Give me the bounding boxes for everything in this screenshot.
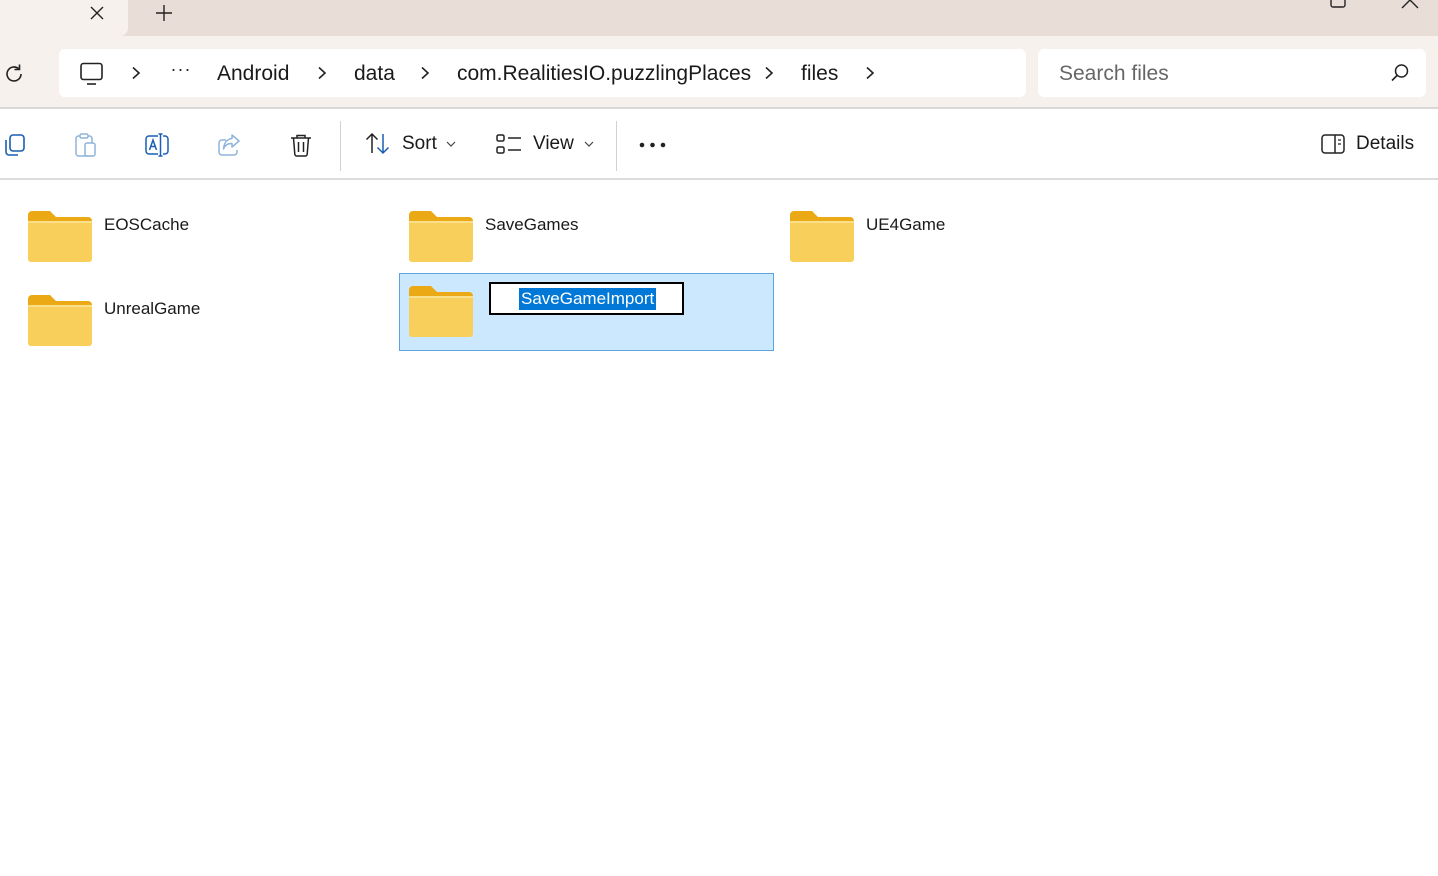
chevron-right-icon[interactable] bbox=[861, 63, 879, 83]
tab-strip bbox=[0, 0, 1438, 36]
folder-item[interactable]: UE4Game bbox=[762, 190, 1137, 268]
sort-icon bbox=[365, 132, 390, 155]
command-separator bbox=[616, 121, 617, 171]
chevron-down-icon bbox=[584, 141, 594, 147]
navigation-bar: ··· Android data com.RealitiesIO.puzzlin… bbox=[0, 36, 1438, 108]
close-icon[interactable] bbox=[84, 0, 110, 26]
folder-icon bbox=[28, 295, 92, 346]
command-separator bbox=[340, 121, 341, 171]
active-tab[interactable] bbox=[0, 0, 128, 36]
this-pc-icon[interactable] bbox=[79, 62, 105, 86]
folder-item-selected[interactable]: SaveGameImport bbox=[399, 273, 774, 351]
folder-item[interactable]: EOSCache bbox=[0, 190, 375, 268]
folder-item[interactable]: SaveGames bbox=[381, 190, 756, 268]
more-icon[interactable] bbox=[638, 137, 668, 153]
search-placeholder: Search files bbox=[1059, 62, 1169, 85]
command-bar: Sort View Details bbox=[0, 109, 1438, 179]
copy-icon[interactable] bbox=[2, 132, 28, 158]
plus-icon[interactable] bbox=[150, 0, 178, 26]
rename-selected-text: SaveGameImport bbox=[519, 288, 657, 310]
folder-name: UE4Game bbox=[866, 215, 946, 234]
maximize-icon[interactable] bbox=[1326, 0, 1350, 10]
rename-input[interactable]: SaveGameImport bbox=[489, 282, 684, 315]
breadcrumb-data[interactable]: data bbox=[354, 61, 395, 87]
breadcrumb-package[interactable]: com.RealitiesIO.puzzlingPlaces bbox=[457, 61, 751, 87]
view-icon bbox=[496, 134, 521, 154]
folder-item[interactable]: UnrealGame bbox=[0, 274, 375, 352]
details-pane-icon bbox=[1321, 134, 1345, 154]
view-label: View bbox=[533, 133, 574, 154]
folder-name: UnrealGame bbox=[104, 299, 201, 318]
sort-button[interactable]: Sort bbox=[364, 129, 456, 159]
breadcrumb-android[interactable]: Android bbox=[217, 61, 289, 87]
search-icon[interactable] bbox=[1390, 63, 1410, 83]
folder-icon bbox=[409, 286, 473, 337]
details-button[interactable]: Details bbox=[1320, 129, 1414, 159]
view-button[interactable]: View bbox=[495, 129, 594, 159]
address-bar[interactable]: ··· Android data com.RealitiesIO.puzzlin… bbox=[59, 49, 1026, 97]
chevron-right-icon[interactable] bbox=[127, 63, 145, 83]
chevron-right-icon[interactable] bbox=[313, 63, 331, 83]
chevron-down-icon bbox=[446, 141, 456, 147]
share-icon[interactable] bbox=[216, 132, 242, 158]
divider bbox=[0, 178, 1438, 180]
folder-icon bbox=[409, 211, 473, 262]
chevron-right-icon[interactable] bbox=[760, 63, 778, 83]
paste-icon[interactable] bbox=[72, 132, 98, 158]
sort-label: Sort bbox=[402, 133, 437, 154]
breadcrumb-files[interactable]: files bbox=[801, 61, 838, 87]
folder-icon bbox=[790, 211, 854, 262]
search-input[interactable]: Search files bbox=[1038, 49, 1426, 97]
folder-name: EOSCache bbox=[104, 215, 190, 234]
folder-name: SaveGames bbox=[485, 215, 579, 234]
window-close-icon[interactable] bbox=[1398, 0, 1422, 10]
chevron-right-icon[interactable] bbox=[416, 63, 434, 83]
breadcrumb-overflow[interactable]: ··· bbox=[169, 59, 193, 83]
folder-icon bbox=[28, 211, 92, 262]
delete-icon[interactable] bbox=[288, 132, 314, 158]
details-label: Details bbox=[1356, 133, 1415, 154]
refresh-icon[interactable] bbox=[2, 62, 26, 86]
rename-icon[interactable] bbox=[144, 132, 170, 158]
